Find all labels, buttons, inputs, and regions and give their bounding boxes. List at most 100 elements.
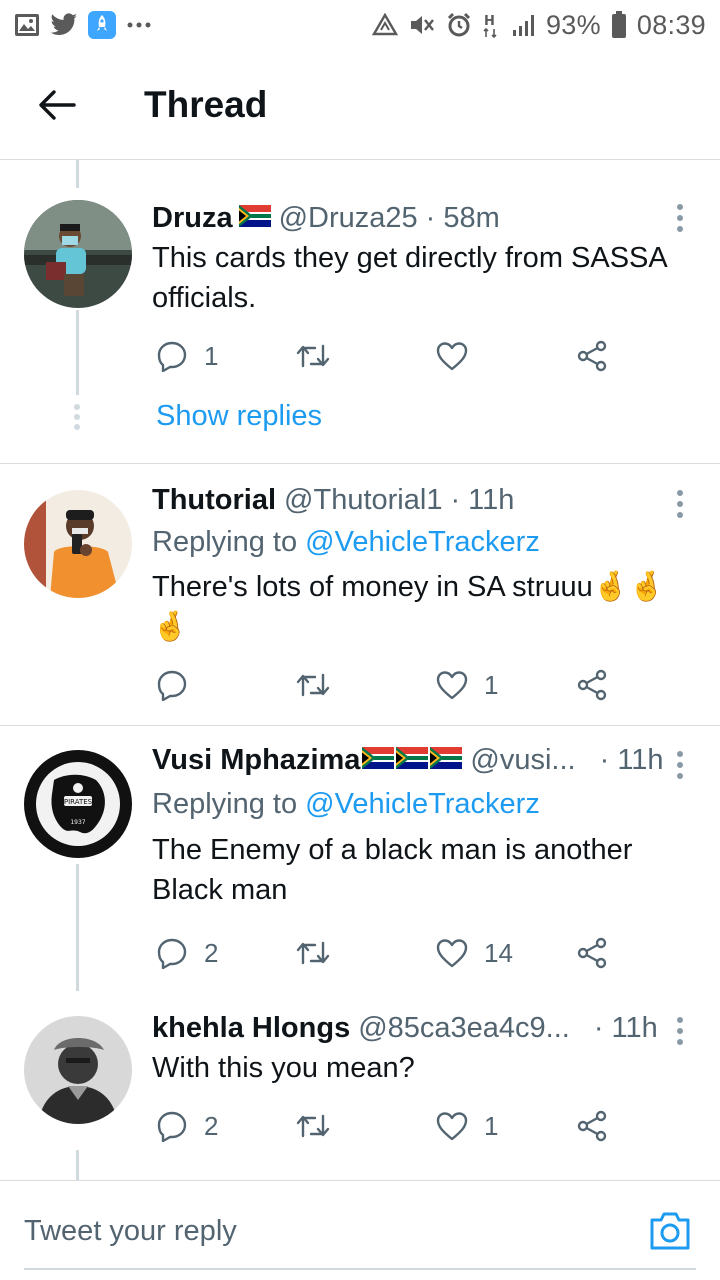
avatar[interactable] (24, 1016, 132, 1124)
replying-to-handle[interactable]: @VehicleTrackerz (305, 788, 540, 820)
retweet-icon (296, 344, 330, 368)
composer-underline (24, 1268, 696, 1270)
tweet-header: Thutorial @Thutorial1 · 11h (152, 480, 690, 520)
author-name[interactable]: Thutorial (152, 480, 276, 520)
tweet-header: Vusi Mphazima @vusi... · 11h (152, 740, 690, 780)
retweet-button[interactable] (296, 1104, 330, 1148)
reply-composer (0, 1180, 720, 1280)
avatar[interactable] (24, 490, 132, 598)
back-button[interactable] (22, 70, 92, 140)
author-handle[interactable]: @85ca3ea4c9... (358, 1008, 570, 1048)
tweet-text: The Enemy of a black man is another Blac… (152, 834, 633, 906)
more-notifications-icon (126, 21, 152, 29)
tweet-actions: 1 (152, 663, 622, 707)
reply-input[interactable] (24, 1209, 604, 1253)
reply-count: 2 (204, 1110, 219, 1141)
tweet-header: khehla Hlongs @85ca3ea4c9... · 11h (152, 1008, 690, 1048)
reply-button[interactable]: 2 (156, 931, 218, 975)
more-options-button[interactable] (670, 201, 690, 235)
author-name[interactable]: Druza (152, 198, 233, 238)
like-count: 1 (484, 1110, 499, 1141)
heart-icon (436, 939, 468, 968)
replying-to: Replying to @VehicleTrackerz (152, 784, 690, 824)
south-africa-flag-icon (362, 740, 395, 780)
retweet-button[interactable] (296, 334, 330, 378)
status-bar: H 93% 08:39 (0, 0, 720, 50)
reply-button[interactable] (156, 663, 204, 707)
rocket-app-icon (88, 11, 116, 39)
svg-text:PIRATES: PIRATES (64, 798, 93, 806)
avatar[interactable]: PIRATES 1937 (24, 750, 132, 858)
gallery-icon (14, 13, 40, 37)
more-options-button[interactable] (670, 487, 690, 521)
thread-connector (76, 1150, 79, 1180)
battery-percent: 93% (545, 9, 601, 40)
author-name[interactable]: Vusi Mphazima (152, 740, 360, 780)
twitter-bird-icon (50, 13, 78, 37)
share-button[interactable] (576, 334, 608, 378)
tweet-time: · 58m (425, 202, 500, 234)
top-app-bar: Thread (0, 50, 720, 160)
tweet-actions: 2 14 (152, 931, 622, 975)
author-name[interactable]: khehla Hlongs (152, 1008, 350, 1048)
more-options-button[interactable] (670, 1014, 690, 1048)
hplus-network-icon: H (482, 12, 502, 38)
show-replies-link[interactable]: Show replies (156, 400, 322, 433)
retweet-icon (296, 1114, 330, 1138)
retweet-button[interactable] (296, 663, 330, 707)
share-icon (577, 1110, 607, 1142)
like-button[interactable]: 14 (436, 931, 513, 975)
retweet-icon (296, 941, 330, 965)
tweet-actions: 2 1 (152, 1104, 622, 1148)
author-handle[interactable]: @vusi... (470, 740, 575, 780)
south-africa-flag-icon (238, 198, 271, 238)
like-button[interactable]: 1 (436, 663, 498, 707)
south-africa-flag-icon (430, 740, 463, 780)
heart-icon (436, 671, 468, 700)
reply-icon (157, 938, 187, 969)
like-count: 1 (484, 669, 499, 700)
tweet-time: · 11h (599, 744, 664, 776)
tweet-text: There's lots of money in SA struuu🤞🤞🤞 (152, 571, 665, 643)
data-saver-icon (371, 13, 398, 37)
share-icon (577, 340, 607, 372)
like-button[interactable] (436, 334, 468, 378)
tweet-time: · 11h (450, 484, 515, 516)
share-button[interactable] (576, 1104, 608, 1148)
avatar[interactable] (24, 200, 132, 308)
reply-count: 2 (204, 937, 219, 968)
camera-icon (650, 1212, 690, 1250)
share-button[interactable] (576, 663, 608, 707)
reply-icon (157, 670, 187, 701)
reply-button[interactable]: 2 (156, 1104, 218, 1148)
camera-button[interactable] (648, 1211, 692, 1255)
author-handle[interactable]: @Druza25 (279, 198, 418, 238)
tweet[interactable]: Druza @Druza25 · 58m This cards they get… (0, 160, 720, 463)
share-button[interactable] (576, 931, 608, 975)
share-icon (577, 937, 607, 969)
replying-to-handle[interactable]: @VehicleTrackerz (305, 526, 540, 558)
svg-text:1937: 1937 (70, 819, 85, 826)
retweet-button[interactable] (296, 931, 330, 975)
more-options-button[interactable] (670, 748, 690, 782)
replying-to-prefix: Replying to (152, 526, 298, 558)
replying-to-prefix: Replying to (152, 788, 298, 820)
tweet-header: Druza @Druza25 · 58m (152, 198, 690, 238)
author-handle[interactable]: @Thutorial1 (284, 480, 442, 520)
tweet-time: · 11h (593, 1012, 658, 1044)
tweet-text: This cards they get directly from SASSA … (152, 242, 667, 314)
replying-to: Replying to @VehicleTrackerz (152, 522, 690, 562)
tweet[interactable]: khehla Hlongs @85ca3ea4c9... · 11h With … (0, 996, 720, 1180)
heart-icon (436, 1112, 468, 1141)
thread-connector (76, 310, 79, 395)
reply-icon (157, 1111, 187, 1142)
arrow-left-icon (39, 89, 76, 120)
alarm-icon (446, 12, 472, 38)
like-button[interactable]: 1 (436, 1104, 498, 1148)
thread-feed[interactable]: Druza @Druza25 · 58m This cards they get… (0, 160, 720, 1180)
south-africa-flag-icon (396, 740, 429, 780)
battery-icon (611, 11, 627, 39)
retweet-icon (296, 673, 330, 697)
reply-button[interactable]: 1 (156, 334, 218, 378)
tweet-text: With this you mean? (152, 1052, 415, 1084)
